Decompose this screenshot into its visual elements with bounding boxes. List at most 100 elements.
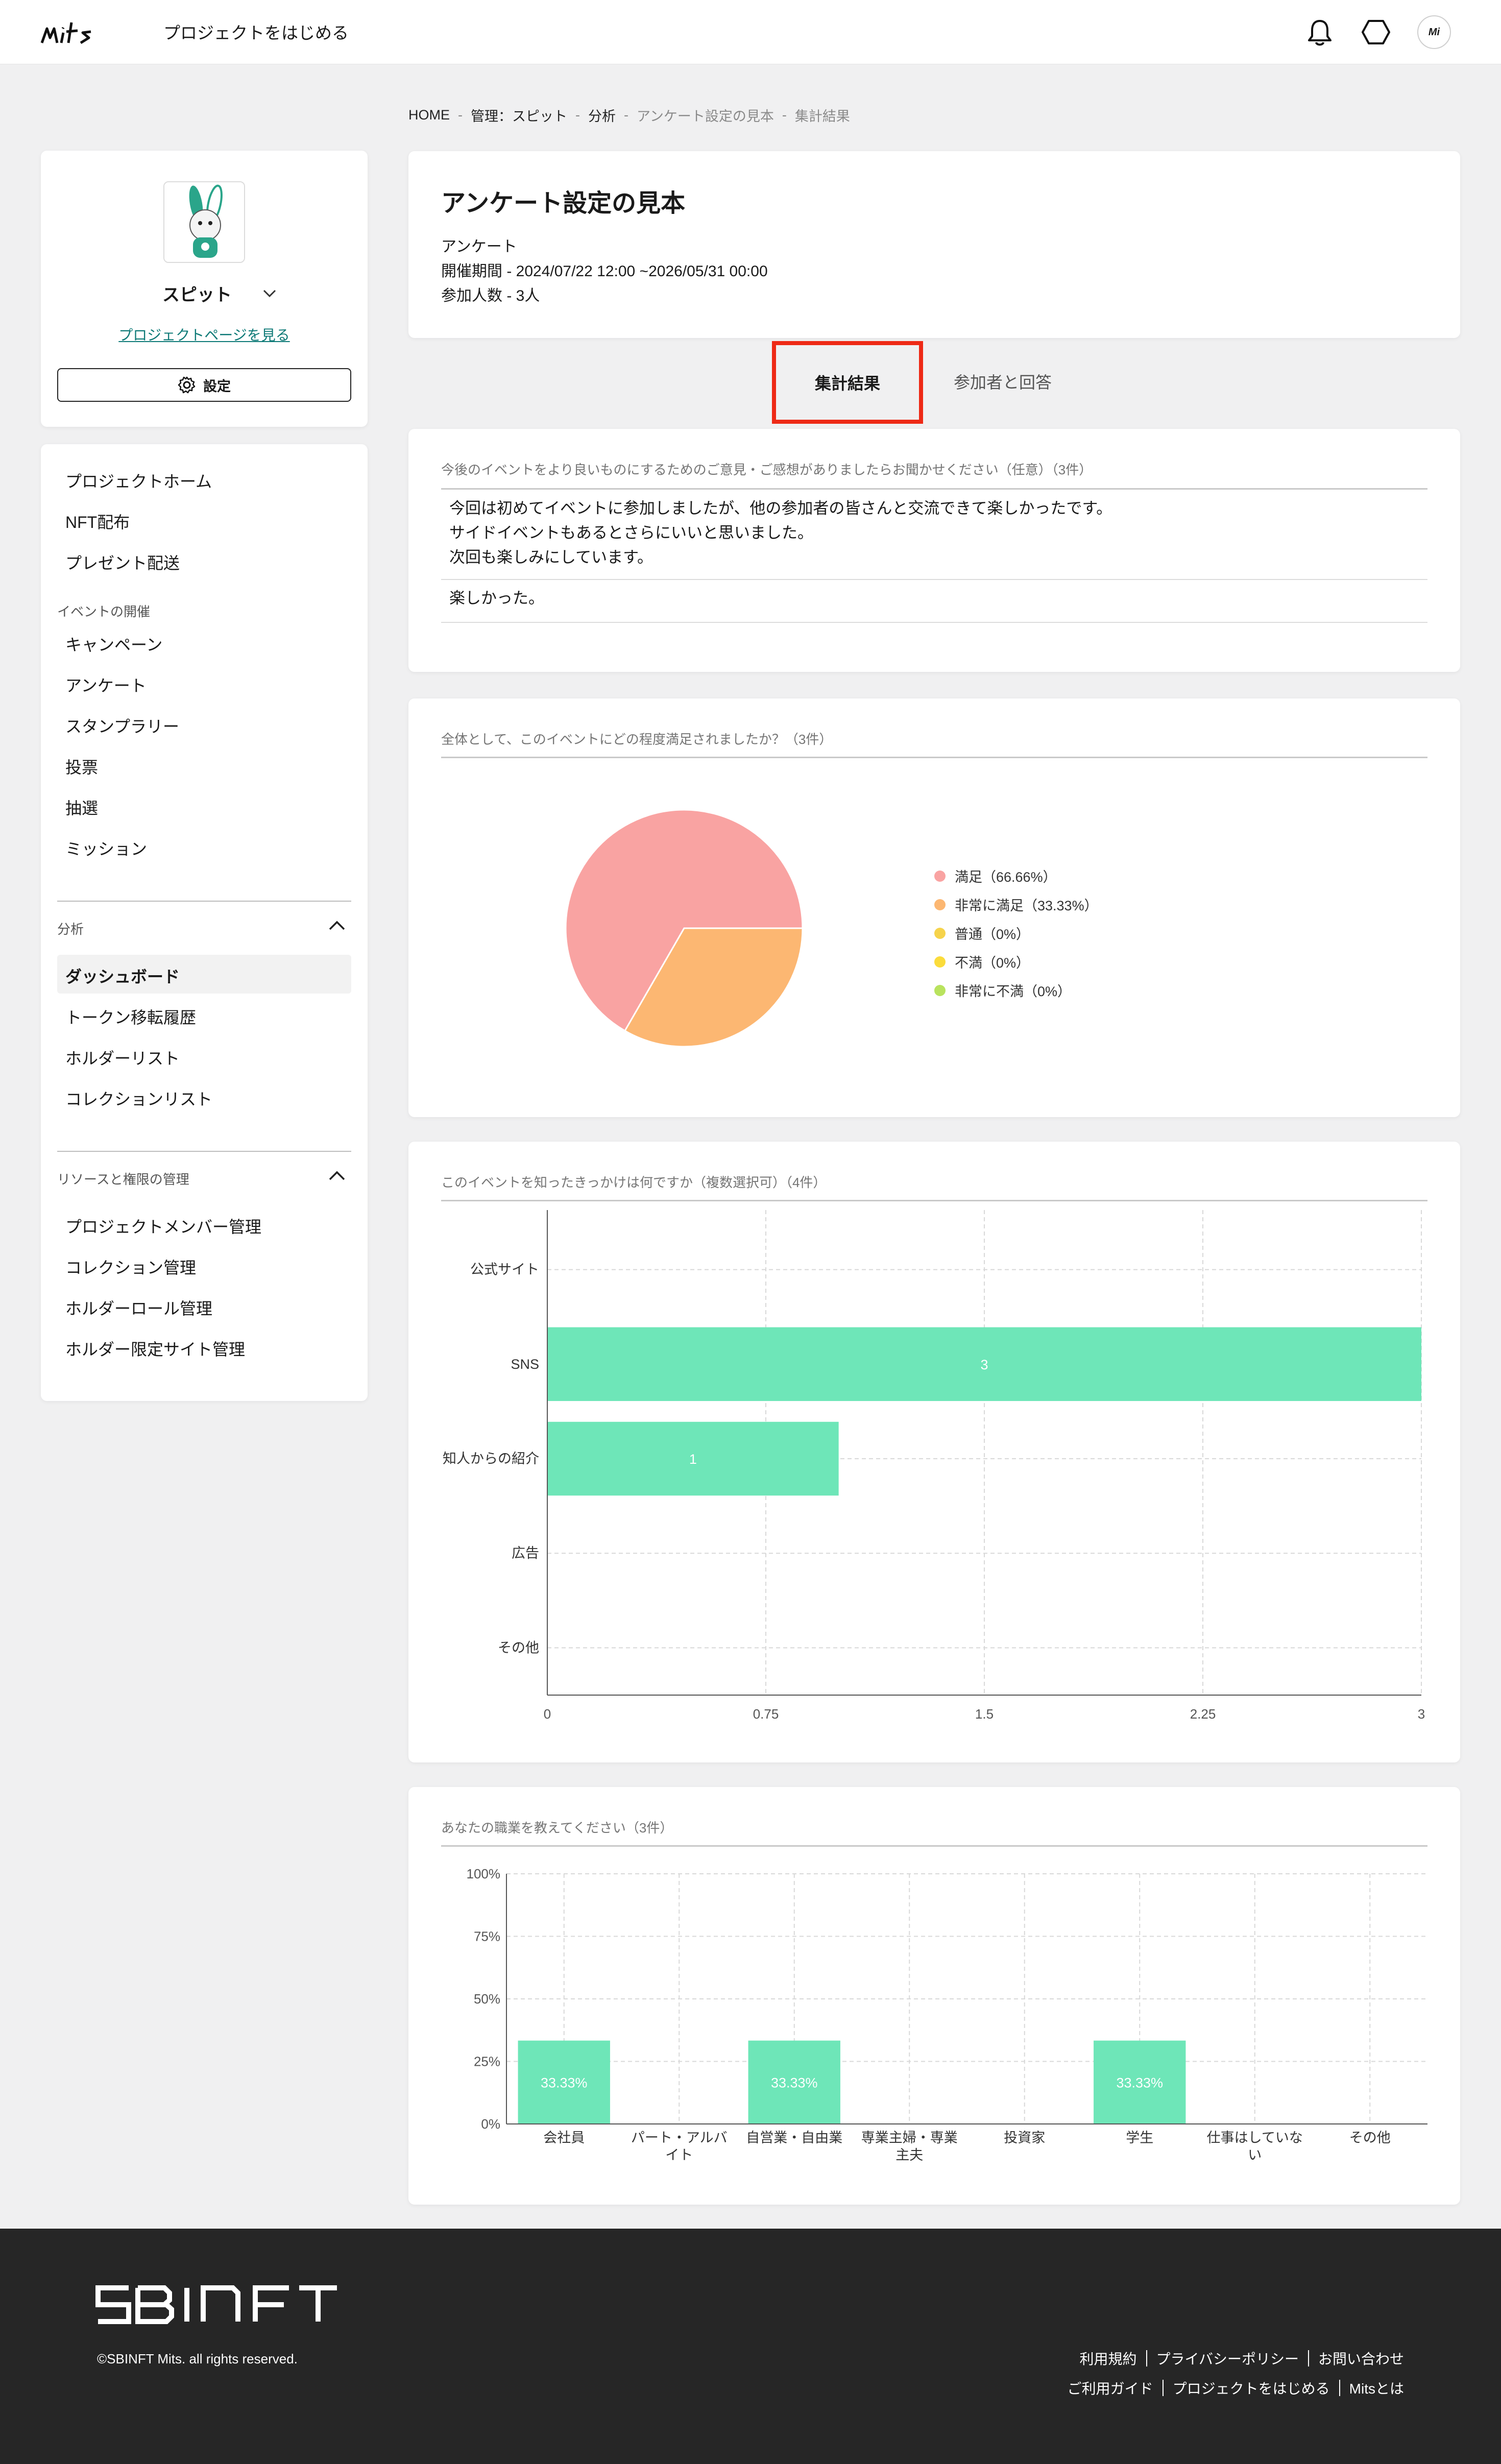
sidebar-item-collection-list[interactable]: コレクションリスト — [65, 1086, 212, 1110]
legend-label: 非常に満足（33.33%） — [955, 898, 1098, 913]
legend-item[interactable]: 非常に不満（0%） — [934, 980, 1071, 1000]
legend-label: 満足（66.66%） — [955, 869, 1057, 885]
start-project-link[interactable]: プロジェクトをはじめる — [163, 19, 349, 44]
sidebar-item-collection-management[interactable]: コレクション管理 — [65, 1255, 196, 1278]
project-name: スピット — [162, 285, 232, 305]
sidebar-item-project-members[interactable]: プロジェクトメンバー管理 — [65, 1214, 261, 1238]
x-tick-label: 専業主婦・専業 — [861, 2130, 958, 2145]
breadcrumb: HOME - 管理：スピット - 分析 - アンケート設定の見本 - 集計結果 — [408, 105, 850, 125]
sidebar-item-dashboard[interactable]: ダッシュボード — [65, 964, 180, 987]
x-tick-label: 仕事はしていな — [1207, 2130, 1303, 2145]
sidebar-item-vote[interactable]: 投票 — [65, 755, 98, 778]
sidebar-item-holder-site[interactable]: ホルダー限定サイト管理 — [65, 1337, 245, 1360]
legend-label: 不満（0%） — [955, 955, 1030, 971]
sidebar-section-resources[interactable]: リソースと権限の管理 — [57, 1169, 189, 1188]
breadcrumb-project[interactable]: 管理：スピット — [471, 105, 567, 125]
survey-period: 開催期間 - 2024/07/22 12:00 ~2026/05/31 00:0… — [441, 263, 768, 280]
legend-item[interactable]: 不満（0%） — [934, 952, 1030, 972]
sidebar-item-stamp-rally[interactable]: スタンプラリー — [65, 714, 179, 737]
sidebar-item-project-home[interactable]: プロジェクトホーム — [65, 469, 212, 492]
settings-button[interactable]: 設定 — [57, 368, 351, 402]
question-card-feedback: 今後のイベントをより良いものにするためのご意見・ご感想がありましたらお聞かせくだ… — [408, 429, 1460, 672]
footer-link-privacy[interactable]: プライバシーポリシー — [1156, 2348, 1299, 2369]
y-tick-label: 75% — [474, 1929, 500, 1944]
footer-copyright: ©SBINFT Mits. all rights reserved. — [97, 2351, 298, 2366]
x-tick-label: その他 — [1349, 2130, 1391, 2145]
legend-label: 普通（0%） — [955, 927, 1030, 942]
occupation-bar-chart: 0% 25% 50% 75% 100% 会社員 33.33% パート・アルバイト 自営業・自由業… — [467, 1866, 1427, 2163]
user-avatar[interactable]: Mi — [1417, 15, 1451, 49]
notification-bell-icon[interactable] — [1303, 15, 1337, 49]
chevron-down-icon[interactable] — [262, 289, 277, 298]
footer-link-about-mits[interactable]: Mitsとは — [1349, 2378, 1404, 2398]
footer-links-row-2: ご利用ガイド プロジェクトをはじめる Mitsとは — [1068, 2378, 1404, 2398]
x-tick-label: 2.25 — [1190, 1706, 1216, 1722]
sidebar-item-holder-list[interactable]: ホルダーリスト — [65, 1046, 180, 1069]
result-tabs: 集計結果 参加者と回答 — [408, 341, 1460, 424]
breadcrumb-survey[interactable]: アンケート設定の見本 — [637, 105, 774, 125]
footer: ©SBINFT Mits. all rights reserved. 利用規約 … — [0, 2229, 1501, 2464]
mits-logo[interactable] — [40, 17, 123, 47]
x-tick-label: 3 — [1418, 1706, 1425, 1722]
x-tick-label: 1.5 — [975, 1706, 994, 1722]
footer-link-terms[interactable]: 利用規約 — [1080, 2348, 1137, 2369]
page-title: アンケート設定の見本 — [441, 190, 686, 217]
footer-link-guide[interactable]: ご利用ガイド — [1068, 2378, 1153, 2398]
survey-participants: 参加人数 - 3人 — [441, 287, 540, 304]
breadcrumb-home[interactable]: HOME — [408, 107, 450, 123]
y-tick-label: 100% — [467, 1866, 501, 1881]
question-card-source: このイベントを知ったきっかけは何ですか（複数選択可）（4件） 0 0.75 1.5 2… — [408, 1142, 1460, 1762]
breadcrumb-current: 集計結果 — [794, 109, 850, 124]
project-name-row[interactable]: スピット — [41, 281, 368, 306]
sidebar-item-mission[interactable]: ミッション — [65, 836, 147, 860]
top-bar: プロジェクトをはじめる Mi — [0, 0, 1501, 64]
footer-link-contact[interactable]: お問い合わせ — [1318, 2348, 1404, 2369]
question-divider — [441, 488, 1427, 490]
legend-item[interactable]: 普通（0%） — [934, 923, 1030, 943]
legend-item[interactable]: 非常に満足（33.33%） — [934, 895, 1098, 914]
bar-value-label: 33.33% — [541, 2075, 588, 2090]
sidebar-item-present-delivery[interactable]: プレゼント配送 — [65, 550, 180, 574]
rabbit-mascot-icon — [164, 182, 244, 262]
project-avatar — [163, 181, 245, 263]
bar-value-label: 3 — [980, 1357, 988, 1372]
answer-text: 楽しかった。 — [449, 589, 544, 607]
question-card-occupation: あなたの職業を教えてください（3件） 0% 25% 50% 75% 100% 会社員 33.… — [408, 1787, 1460, 2205]
chevron-up-icon[interactable] — [327, 915, 347, 935]
y-tick-label: 公式サイト — [470, 1262, 539, 1277]
legend-label: 非常に不満（0%） — [955, 984, 1072, 999]
sidebar-item-token-transfer-history[interactable]: トークン移転履歴 — [65, 1005, 196, 1028]
x-tick-label: 投資家 — [1004, 2130, 1045, 2145]
legend-swatch — [934, 927, 946, 939]
legend-item[interactable]: 満足（66.66%） — [934, 866, 1057, 886]
sidebar-section-events: イベントの開催 — [57, 604, 151, 619]
sidebar-section-analysis[interactable]: 分析 — [57, 919, 84, 938]
x-tick-label: パート・アルバ — [631, 2130, 728, 2145]
sbinft-logo[interactable] — [95, 2285, 340, 2325]
project-page-link[interactable]: プロジェクトページを見る — [41, 324, 368, 345]
breadcrumb-analysis[interactable]: 分析 — [588, 105, 616, 125]
y-tick-label: 25% — [474, 2054, 500, 2069]
source-bar-chart: 0 0.75 1.5 2.25 3 公式サイト SNS 3 知人からの紹介 1 広告その他 — [443, 1210, 1425, 1722]
tab-results[interactable]: 集計結果 — [772, 341, 923, 424]
project-card: スピット プロジェクトページを見る 設定 — [41, 151, 368, 427]
chevron-up-icon[interactable] — [327, 1165, 347, 1186]
sidebar-item-nft-distribution[interactable]: NFT配布 — [65, 510, 130, 533]
sidebar-item-lottery[interactable]: 抽選 — [65, 795, 98, 819]
sidebar-divider — [57, 901, 351, 902]
question-divider — [441, 757, 1427, 758]
sidebar-divider — [57, 1151, 351, 1152]
y-tick-label: 0% — [481, 2116, 500, 2132]
sidebar-item-holder-roles[interactable]: ホルダーロール管理 — [65, 1296, 212, 1319]
y-tick-label: 50% — [474, 1991, 500, 2007]
sidebar-item-survey[interactable]: アンケート — [65, 673, 147, 696]
tab-participants[interactable]: 参加者と回答 — [954, 370, 1052, 393]
x-tick-label: い — [1248, 2147, 1262, 2163]
sidebar-item-campaign[interactable]: キャンペーン — [65, 632, 162, 656]
y-tick-label: 知人からの紹介 — [443, 1451, 539, 1466]
question-title: 今後のイベントをより良いものにするためのご意見・ご感想がありましたらお聞かせくだ… — [441, 462, 1093, 477]
wallet-hexagon-icon[interactable] — [1359, 15, 1393, 49]
footer-link-start-project[interactable]: プロジェクトをはじめる — [1173, 2378, 1330, 2398]
bar-value-label: 1 — [689, 1452, 697, 1467]
answer-text: 今回は初めてイベントに参加しましたが、他の参加者の皆さんと交流できて楽しかったで… — [449, 499, 1112, 566]
